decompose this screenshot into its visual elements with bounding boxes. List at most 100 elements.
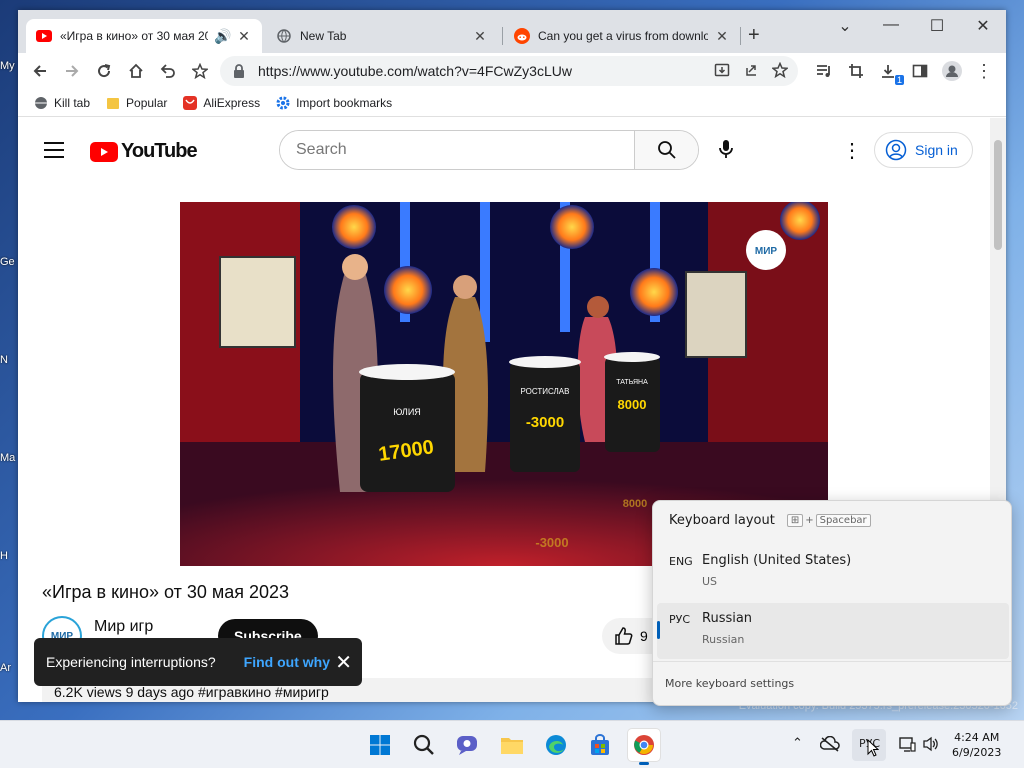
downloads-icon[interactable]: 1 bbox=[878, 61, 904, 85]
flyout-header: Keyboard layout ⊞ + Spacebar bbox=[669, 513, 873, 528]
flyout-title: Keyboard layout bbox=[669, 513, 775, 528]
desktop-icon-label[interactable]: H bbox=[0, 550, 16, 562]
sign-in-button[interactable]: Sign in bbox=[874, 132, 973, 168]
like-count: 9 bbox=[640, 628, 648, 644]
edge-browser-icon[interactable] bbox=[540, 729, 572, 761]
bookmark-popular[interactable]: Popular bbox=[106, 96, 167, 110]
speaker-icon[interactable]: 🔊 bbox=[214, 28, 231, 45]
new-tab-plus-icon[interactable]: + bbox=[748, 24, 760, 47]
bookmark-import[interactable]: Import bookmarks bbox=[276, 96, 392, 110]
tab-close-icon[interactable]: ✕ bbox=[236, 28, 252, 45]
bookmark-aliexpress[interactable]: AliExpress bbox=[183, 95, 260, 110]
crop-screenshot-icon[interactable] bbox=[846, 61, 866, 81]
score-reflection: 8000 bbox=[623, 498, 647, 510]
search-icon bbox=[657, 141, 676, 159]
windows-key-icon: ⊞ bbox=[786, 514, 804, 527]
contestant-name: ЮЛИЯ bbox=[393, 407, 421, 417]
contestant-score: 8000 bbox=[618, 397, 647, 412]
install-app-icon[interactable] bbox=[714, 62, 730, 81]
channel-name[interactable]: Мир игр bbox=[94, 618, 153, 636]
tab-strip: «Игра в кино» от 30 мая 2023 🔊 ✕ New Tab… bbox=[18, 10, 1006, 53]
bookmarks-bar: Kill tab Popular AliExpress Import bookm… bbox=[18, 89, 1006, 117]
reload-icon[interactable] bbox=[94, 61, 114, 81]
tab-title: New Tab bbox=[300, 29, 347, 43]
search-box bbox=[279, 130, 699, 170]
hamburger-menu-icon[interactable] bbox=[44, 142, 64, 163]
tab-new-tab[interactable]: New Tab ✕ bbox=[266, 19, 498, 53]
lock-icon bbox=[234, 64, 244, 78]
desktop-icon-label[interactable]: Ar bbox=[0, 662, 16, 674]
toast-message: Experiencing interruptions? bbox=[46, 654, 216, 670]
bookmark-star-icon[interactable] bbox=[190, 61, 210, 81]
shortcut-plus: + bbox=[805, 515, 814, 526]
language-name: Russian bbox=[702, 611, 753, 626]
shortcut-hint: ⊞ + Spacebar bbox=[785, 514, 873, 527]
file-explorer-folder-icon[interactable] bbox=[496, 729, 528, 761]
star-icon[interactable] bbox=[771, 61, 789, 81]
tab-close-icon[interactable]: ✕ bbox=[714, 28, 730, 45]
start-windows-icon[interactable] bbox=[364, 729, 396, 761]
undo-icon[interactable] bbox=[158, 61, 178, 81]
search-button[interactable] bbox=[634, 131, 698, 169]
tab-youtube[interactable]: «Игра в кино» от 30 мая 2023 🔊 ✕ bbox=[26, 19, 262, 53]
more-keyboard-settings-link[interactable]: More keyboard settings bbox=[653, 661, 1011, 705]
back-arrow-icon[interactable] bbox=[30, 61, 50, 81]
score-reflection: -3000 bbox=[535, 535, 568, 550]
home-icon[interactable] bbox=[126, 61, 146, 81]
minimize-icon[interactable]: — bbox=[868, 16, 914, 34]
clock-date: 6/9/2023 bbox=[952, 746, 1002, 759]
find-out-why-link[interactable]: Find out why bbox=[244, 654, 330, 670]
bookmark-label: Import bookmarks bbox=[296, 95, 393, 110]
youtube-logo[interactable]: YouTube bbox=[90, 140, 198, 163]
taskbar: ⌃ РУС 4:24 AM 6/9/2023 bbox=[0, 720, 1024, 768]
forward-arrow-icon[interactable] bbox=[62, 61, 82, 81]
chat-icon[interactable] bbox=[452, 729, 484, 761]
tab-separator bbox=[740, 27, 741, 45]
address-bar[interactable]: https://www.youtube.com/watch?v=4FCwZy3c… bbox=[220, 56, 798, 86]
volume-speaker-icon[interactable] bbox=[922, 735, 940, 756]
network-icon[interactable] bbox=[898, 735, 916, 756]
video-title: «Игра в кино» от 30 мая 2023 bbox=[42, 582, 290, 602]
scrollbar-thumb[interactable] bbox=[994, 140, 1002, 250]
tab-search-chevron-icon[interactable]: ⌄ bbox=[822, 16, 868, 36]
microphone-icon[interactable] bbox=[718, 139, 734, 164]
language-code: РУС bbox=[669, 613, 691, 626]
tab-reddit[interactable]: Can you get a virus from downloading ✕ bbox=[504, 19, 740, 53]
profile-avatar-icon[interactable] bbox=[942, 61, 962, 81]
input-indicator-button[interactable]: РУС bbox=[852, 729, 886, 761]
close-icon[interactable]: ✕ bbox=[335, 650, 352, 675]
side-panel-icon[interactable] bbox=[910, 61, 930, 81]
taskbar-clock[interactable]: 4:24 AM 6/9/2023 bbox=[952, 730, 1001, 760]
youtube-brand-text: YouTube bbox=[121, 140, 198, 162]
onedrive-offline-icon[interactable] bbox=[819, 735, 840, 755]
chrome-browser-icon[interactable] bbox=[628, 729, 660, 765]
search-input[interactable] bbox=[280, 131, 634, 169]
media-queue-icon[interactable] bbox=[814, 61, 834, 81]
desktop-icon-label[interactable]: Ma bbox=[0, 452, 16, 464]
sign-in-label: Sign in bbox=[915, 142, 958, 158]
contestant-score: -3000 bbox=[526, 414, 564, 431]
language-option-english[interactable]: ENG English (United States) US bbox=[657, 545, 1009, 601]
desktop-icon-label[interactable]: My bbox=[0, 60, 16, 72]
youtube-favicon-icon bbox=[36, 28, 52, 44]
store-bag-icon[interactable] bbox=[584, 729, 616, 761]
thumbs-up-icon bbox=[615, 627, 633, 645]
language-layout: US bbox=[702, 575, 718, 588]
desktop-icon-label[interactable]: N bbox=[0, 354, 16, 366]
tab-close-icon[interactable]: ✕ bbox=[472, 28, 488, 45]
url-text: https://www.youtube.com/watch?v=4FCwZy3c… bbox=[258, 63, 572, 79]
spacebar-key: Spacebar bbox=[815, 514, 871, 527]
language-option-russian[interactable]: РУС Russian Russian bbox=[657, 603, 1009, 659]
language-name: English (United States) bbox=[702, 553, 852, 568]
bookmark-kill-tab[interactable]: Kill tab bbox=[34, 96, 90, 110]
desktop-icon-label[interactable]: Ge bbox=[0, 256, 16, 268]
close-window-icon[interactable]: ✕ bbox=[960, 16, 1006, 36]
channel-logo-overlay: МИР bbox=[755, 246, 778, 257]
settings-dots-icon[interactable]: ⋮ bbox=[842, 138, 862, 163]
contestant-name: ТАТЬЯНА bbox=[616, 379, 648, 386]
tray-overflow-chevron-icon[interactable]: ⌃ bbox=[792, 735, 803, 751]
maximize-icon[interactable]: ☐ bbox=[914, 16, 960, 36]
browser-menu-icon[interactable]: ⋮ bbox=[974, 61, 994, 81]
search-icon[interactable] bbox=[408, 729, 440, 761]
share-icon[interactable] bbox=[744, 62, 760, 81]
